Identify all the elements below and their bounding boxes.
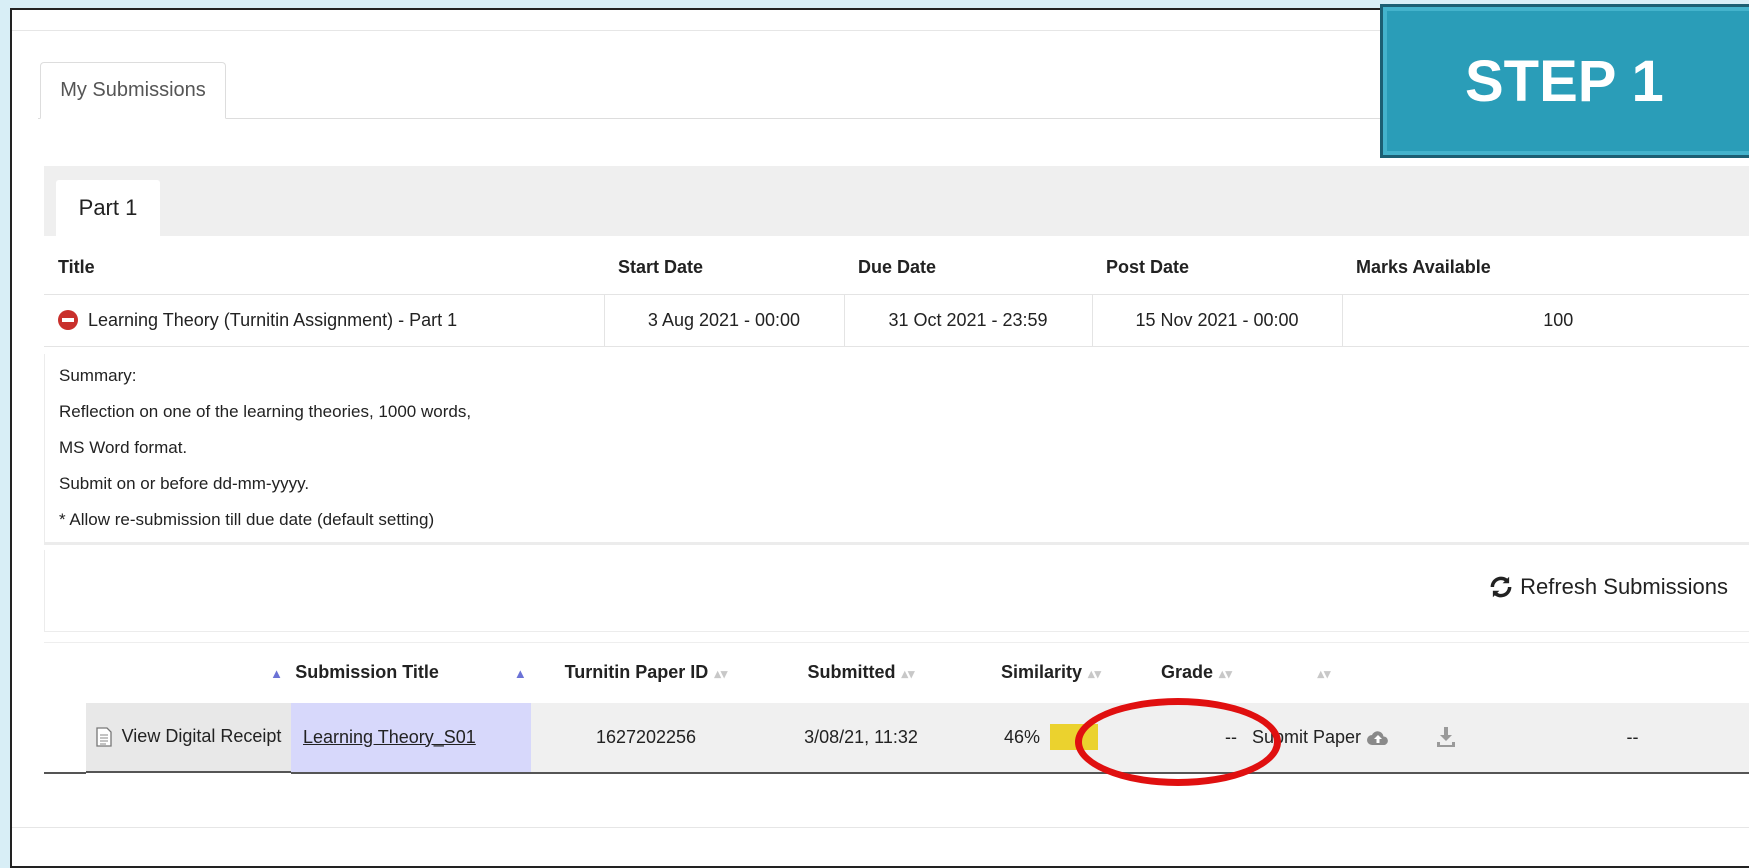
submission-title-link[interactable]: Learning Theory_S01 [303,727,476,747]
refresh-icon [1490,576,1512,598]
table-row: View Digital Receipt Learning Theory_S01… [44,702,1749,774]
similarity-cell[interactable]: 46% [961,702,1141,774]
minus-circle-icon[interactable] [58,310,78,330]
download-icon [1437,727,1455,748]
assignment-summary: Summary: Reflection on one of the learni… [44,354,1749,545]
submission-title-cell: Learning Theory_S01 [291,702,531,774]
sort-up-icon: ▲ [513,666,527,682]
assignment-row: Learning Theory (Turnitin Assignment) - … [44,294,1749,347]
submissions-table: ▲ Submission Title ▲ Turnitin Paper ID ▴▾… [44,642,1749,774]
header-receipt-sort[interactable]: ▲ [86,643,291,703]
tab-my-submissions[interactable]: My Submissions [40,62,226,119]
similarity-bar[interactable] [1050,724,1099,750]
header-download [1401,643,1491,703]
assignment-start-date: 3 Aug 2021 - 00:00 [604,294,845,347]
header-grade[interactable]: Grade ▴▾ [1141,643,1241,703]
paper-id: 1627202256 [531,702,761,774]
sort-icon: ▴▾ [1087,666,1102,682]
assignment-post-date: 15 Nov 2021 - 00:00 [1092,294,1343,347]
summary-line: Summary: [59,366,137,385]
header-last [1491,643,1749,703]
assignment-title-cell: Learning Theory (Turnitin Assignment) - … [44,294,605,347]
summary-line: MS Word format. [59,438,188,457]
assignment-title: Learning Theory (Turnitin Assignment) - … [88,309,458,330]
header-spacer [44,643,86,703]
header-submitted[interactable]: Submitted ▴▾ [761,643,961,703]
assignment-header-row: Title Start Date Due Date Post Date Mark… [44,242,1749,295]
header-post-date: Post Date [1092,242,1342,295]
tab-part-1[interactable]: Part 1 [56,180,160,236]
refresh-submissions-button[interactable]: Refresh Submissions [1488,574,1728,600]
sort-icon: ▴▾ [901,666,915,682]
document-icon [95,726,112,747]
summary-line: * Allow re-submission till due date (def… [59,510,435,529]
refresh-area: Refresh Submissions [44,550,1749,632]
view-digital-receipt-link[interactable]: View Digital Receipt [122,726,282,747]
summary-line: Submit on or before dd-mm-yyyy. [59,474,310,493]
sort-icon: ▴▾ [1317,666,1331,682]
download-button[interactable] [1401,702,1491,774]
submitted-date: 3/08/21, 11:32 [761,702,961,774]
summary-line: Reflection on one of the learning theori… [59,402,472,421]
header-marks-available: Marks Available [1342,242,1749,295]
header-similarity[interactable]: Similarity ▴▾ [961,643,1141,703]
view-digital-receipt-cell[interactable]: View Digital Receipt [86,702,291,773]
grade-value: -- [1141,702,1241,774]
sort-icon: ▴▾ [1219,666,1233,682]
assignment-table: Title Start Date Due Date Post Date Mark… [44,242,1749,347]
step-banner: STEP 1 [1380,4,1749,158]
submissions-header-row: ▲ Submission Title ▲ Turnitin Paper ID ▴▾… [44,643,1749,703]
header-actions-sort[interactable]: ▴▾ [1241,643,1401,703]
header-submission-title[interactable]: Submission Title ▲ [291,643,531,703]
part-tab-bar [44,166,1749,236]
row-spacer [44,702,86,774]
similarity-score[interactable]: 46% [1004,727,1040,748]
sort-up-icon: ▲ [270,666,283,682]
header-start-date: Start Date [604,242,844,295]
refresh-label: Refresh Submissions [1520,574,1728,599]
bottom-divider [12,827,1749,828]
step-label: STEP 1 [1465,48,1664,114]
sort-icon: ▴▾ [714,666,728,682]
assignment-due-date: 31 Oct 2021 - 23:59 [844,294,1093,347]
assignment-marks: 100 [1342,294,1749,347]
header-title: Title [44,242,604,295]
row-last-value: -- [1491,702,1749,774]
cloud-upload-icon [1367,731,1388,745]
header-due-date: Due Date [844,242,1092,295]
header-paper-id[interactable]: Turnitin Paper ID ▴▾ [531,643,761,703]
submit-paper-button[interactable]: Submit Paper [1241,702,1401,774]
submit-paper-label: Submit Paper [1251,726,1362,747]
